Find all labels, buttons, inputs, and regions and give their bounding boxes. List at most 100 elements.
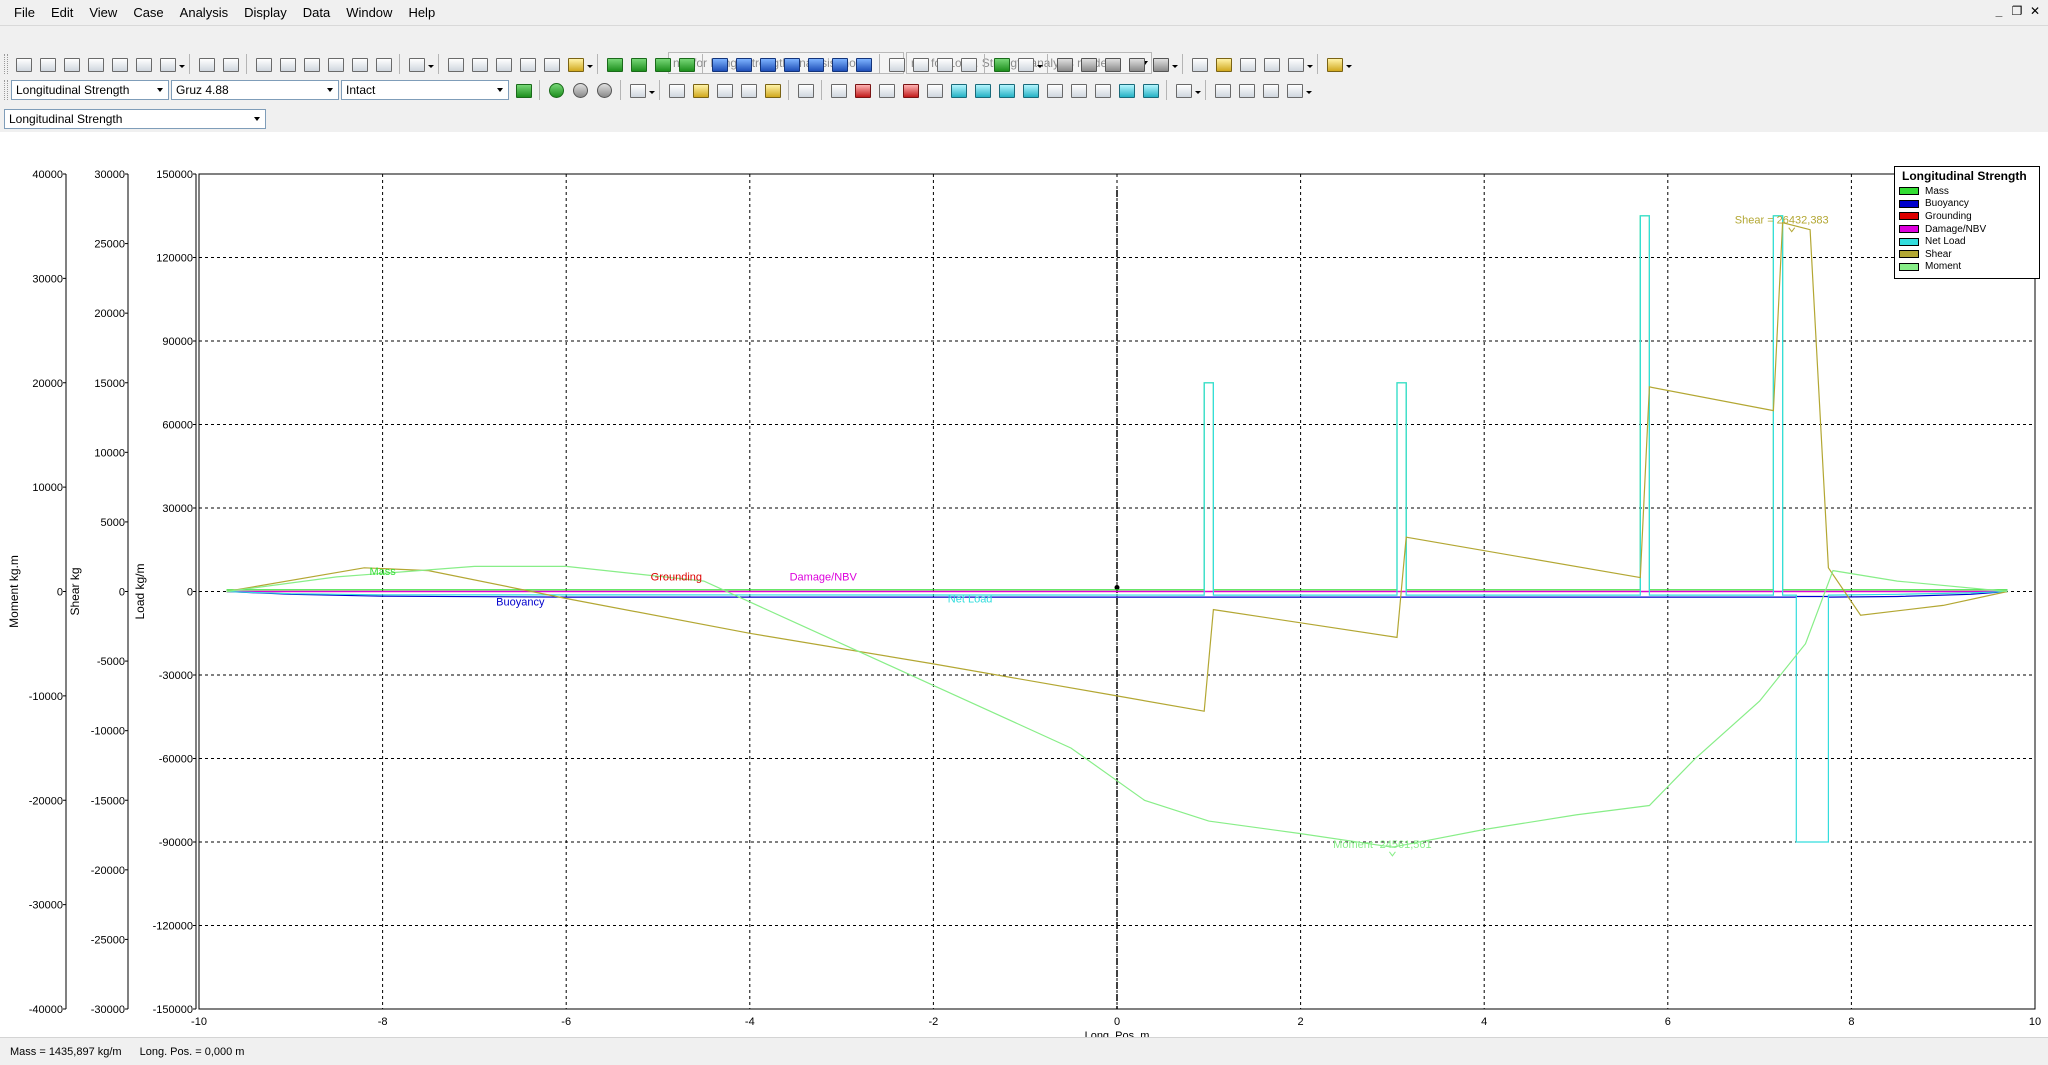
box-8-icon[interactable]	[1044, 80, 1064, 100]
dropdown-arrow-icon[interactable]	[587, 54, 593, 74]
menu-analysis[interactable]: Analysis	[172, 0, 236, 26]
window-1-icon[interactable]	[886, 54, 906, 74]
dropdown-arrow-icon[interactable]	[1306, 80, 1312, 100]
close-icon[interactable]: ✕	[2028, 3, 2042, 19]
shape-3-icon[interactable]	[714, 80, 734, 100]
tank-6-icon[interactable]	[829, 54, 849, 74]
crosshair-icon[interactable]	[795, 80, 815, 100]
layout-4-icon[interactable]	[676, 54, 696, 74]
tank-5-icon[interactable]	[805, 54, 825, 74]
save-file-icon[interactable]	[61, 54, 81, 74]
menu-window[interactable]: Window	[338, 0, 400, 26]
dropdown-arrow-icon[interactable]	[179, 54, 185, 74]
layout-3-icon[interactable]	[652, 54, 672, 74]
align-right-icon[interactable]	[301, 54, 321, 74]
options-icon[interactable]	[1015, 54, 1035, 74]
toolbar-grip[interactable]	[4, 80, 8, 100]
checkbox-icon[interactable]	[910, 54, 930, 74]
zoom-out-icon[interactable]	[469, 54, 489, 74]
restore-icon[interactable]: ❐	[2010, 3, 2024, 19]
cut-icon[interactable]	[85, 54, 105, 74]
stop-icon[interactable]	[594, 80, 614, 100]
calculator-icon[interactable]	[1261, 54, 1281, 74]
layout-2-icon[interactable]	[628, 54, 648, 74]
target-icon[interactable]	[934, 54, 954, 74]
menu-display[interactable]: Display	[236, 0, 295, 26]
tank-7-icon[interactable]	[853, 54, 873, 74]
pan-icon[interactable]	[493, 54, 513, 74]
measure-icon[interactable]	[1324, 54, 1344, 74]
text-tool-icon[interactable]	[1237, 54, 1257, 74]
box-7-icon[interactable]	[1020, 80, 1040, 100]
marker-icon[interactable]	[762, 80, 782, 100]
open-file-icon[interactable]	[37, 54, 57, 74]
box-2-icon[interactable]	[876, 80, 896, 100]
loadcase-select[interactable]: Gruz 4.88	[171, 80, 339, 100]
grid-5-icon[interactable]	[1150, 54, 1170, 74]
dropdown-arrow-icon[interactable]	[1346, 54, 1352, 74]
dropdown-arrow-icon[interactable]	[649, 80, 655, 100]
box-4-icon[interactable]	[948, 80, 968, 100]
menu-edit[interactable]: Edit	[43, 0, 81, 26]
dropdown-arrow-icon[interactable]	[1307, 54, 1313, 74]
menu-view[interactable]: View	[81, 0, 125, 26]
toolbar-grip[interactable]	[4, 54, 8, 74]
arrange-icon[interactable]	[349, 54, 369, 74]
box-11-icon[interactable]	[1116, 80, 1136, 100]
arrange-2-icon[interactable]	[373, 54, 393, 74]
tank-1-icon[interactable]	[709, 54, 729, 74]
grid-3-icon[interactable]	[1102, 54, 1122, 74]
grid-4-icon[interactable]	[1126, 54, 1146, 74]
menu-help[interactable]: Help	[400, 0, 443, 26]
arrow-left-icon[interactable]	[1212, 80, 1232, 100]
analysis-type-select[interactable]: Longitudinal Strength	[11, 80, 169, 100]
minimize-icon[interactable]: _	[1992, 3, 2006, 19]
box-1-icon[interactable]	[828, 80, 848, 100]
new-file-icon[interactable]	[13, 54, 33, 74]
dropdown-arrow-icon[interactable]	[1037, 54, 1043, 74]
menu-case[interactable]: Case	[125, 0, 171, 26]
copy-icon[interactable]	[109, 54, 129, 74]
box-x-icon[interactable]	[900, 80, 920, 100]
dropdown-arrow-icon[interactable]	[1195, 80, 1201, 100]
longitudinal-strength-chart[interactable]: -10 -8 -6 -4 -2 0 2 4 6 8 10 Long. Pos. m 150000 1200…	[0, 132, 2048, 1037]
zoom-in-icon[interactable]	[445, 54, 465, 74]
render-1-icon[interactable]	[1189, 54, 1209, 74]
fit-view-icon[interactable]	[541, 54, 561, 74]
print-icon[interactable]	[157, 54, 177, 74]
table-view-icon[interactable]	[196, 54, 216, 74]
table-2-icon[interactable]	[1173, 80, 1193, 100]
damage-case-select[interactable]: Intact	[341, 80, 509, 100]
dropdown-arrow-icon[interactable]	[428, 54, 434, 74]
tank-4-icon[interactable]	[781, 54, 801, 74]
shape-2-icon[interactable]	[690, 80, 710, 100]
table-edit-icon[interactable]	[220, 54, 240, 74]
home-view-icon[interactable]	[517, 54, 537, 74]
curve-icon[interactable]	[991, 54, 1011, 74]
eraser-icon[interactable]	[738, 80, 758, 100]
color-wheel-icon[interactable]	[1213, 54, 1233, 74]
tank-2-icon[interactable]	[733, 54, 753, 74]
paste-icon[interactable]	[133, 54, 153, 74]
box-6-icon[interactable]	[996, 80, 1016, 100]
window-mode-icon[interactable]	[1285, 54, 1305, 74]
run-icon[interactable]	[546, 80, 566, 100]
grid-2-icon[interactable]	[1078, 54, 1098, 74]
box-3-icon[interactable]	[924, 80, 944, 100]
shape-1-icon[interactable]	[666, 80, 686, 100]
circle-outline-icon[interactable]	[1236, 80, 1256, 100]
menu-data[interactable]: Data	[295, 0, 338, 26]
refresh-icon[interactable]	[513, 80, 533, 100]
pause-icon[interactable]	[570, 80, 590, 100]
grid-1-icon[interactable]	[1054, 54, 1074, 74]
box-9-icon[interactable]	[1068, 80, 1088, 100]
dropdown-arrow-icon[interactable]	[1172, 54, 1178, 74]
box-10-icon[interactable]	[1092, 80, 1112, 100]
view-selector-select[interactable]: Longitudinal Strength	[4, 109, 266, 129]
align-left-icon[interactable]	[277, 54, 297, 74]
report-icon[interactable]	[958, 54, 978, 74]
tank-3-icon[interactable]	[757, 54, 777, 74]
layout-1-icon[interactable]	[604, 54, 624, 74]
sort-icon[interactable]	[253, 54, 273, 74]
box-close-icon[interactable]	[852, 80, 872, 100]
